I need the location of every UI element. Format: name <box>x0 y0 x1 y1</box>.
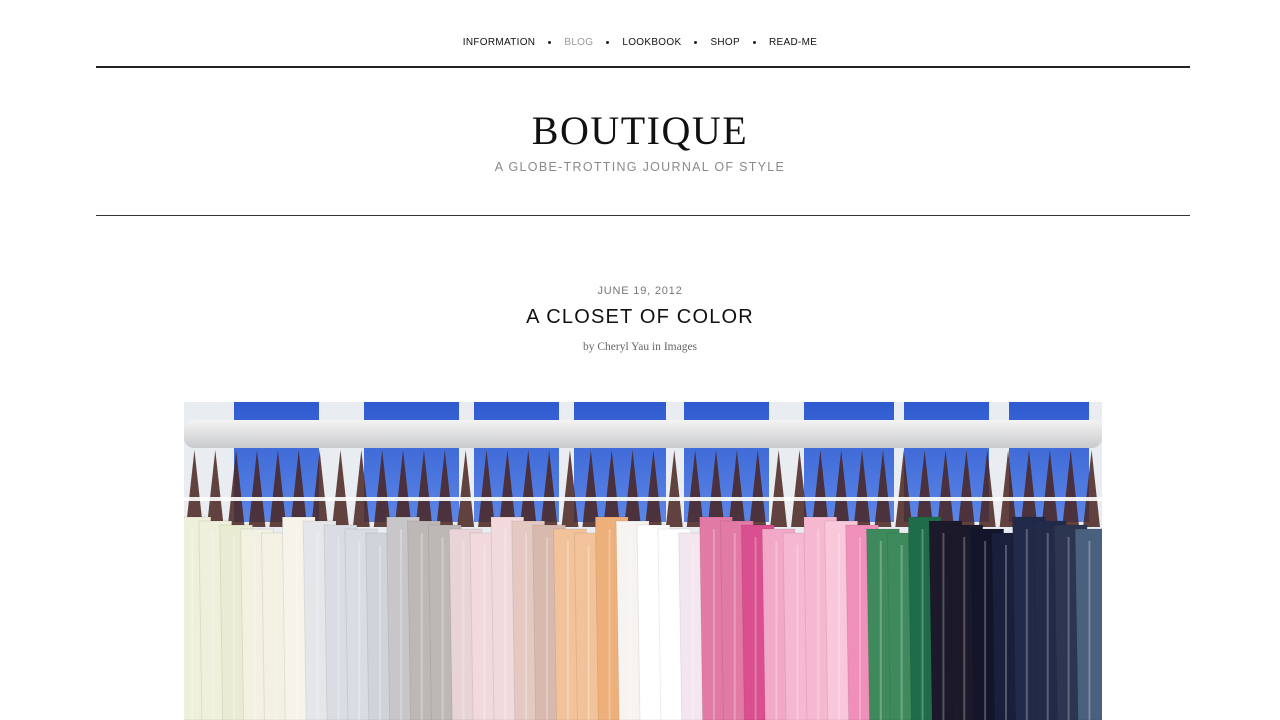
header-divider-top <box>96 66 1190 68</box>
nav-item-read-me[interactable]: READ-ME <box>769 37 817 48</box>
site-title[interactable]: BOUTIQUE <box>0 108 1280 154</box>
masthead: BOUTIQUE A GLOBE-TROTTING JOURNAL OF STY… <box>0 108 1280 174</box>
top-navigation: INFORMATION BLOG LOOKBOOK SHOP READ-ME <box>0 37 1280 48</box>
site-tagline: A GLOBE-TROTTING JOURNAL OF STYLE <box>494 160 786 174</box>
post-hero-image <box>184 402 1102 720</box>
nav-separator <box>606 41 610 44</box>
post-date: JUNE 19, 2012 <box>597 285 683 297</box>
post-title[interactable]: A CLOSET OF COLOR <box>0 306 1280 329</box>
category-link[interactable]: Images <box>664 341 697 353</box>
nav-item-blog[interactable]: BLOG <box>564 37 593 48</box>
nav-item-lookbook[interactable]: LOOKBOOK <box>622 37 681 48</box>
byline-middle: in <box>651 341 661 353</box>
header-divider-bottom <box>96 215 1190 216</box>
nav-separator <box>752 41 756 44</box>
nav-item-shop[interactable]: SHOP <box>710 37 740 48</box>
byline-prefix: by <box>582 341 595 353</box>
nav-separator <box>694 41 698 44</box>
post-byline: by Cheryl Yau in Images <box>0 341 1280 353</box>
nav-item-information[interactable]: INFORMATION <box>463 37 536 48</box>
clothing-rail <box>184 420 1102 448</box>
author-link[interactable]: Cheryl Yau <box>597 341 649 353</box>
post-header: JUNE 19, 2012 A CLOSET OF COLOR by Chery… <box>0 285 1280 353</box>
closet-clothing-rack-photo <box>184 402 1102 720</box>
nav-separator <box>548 41 552 44</box>
